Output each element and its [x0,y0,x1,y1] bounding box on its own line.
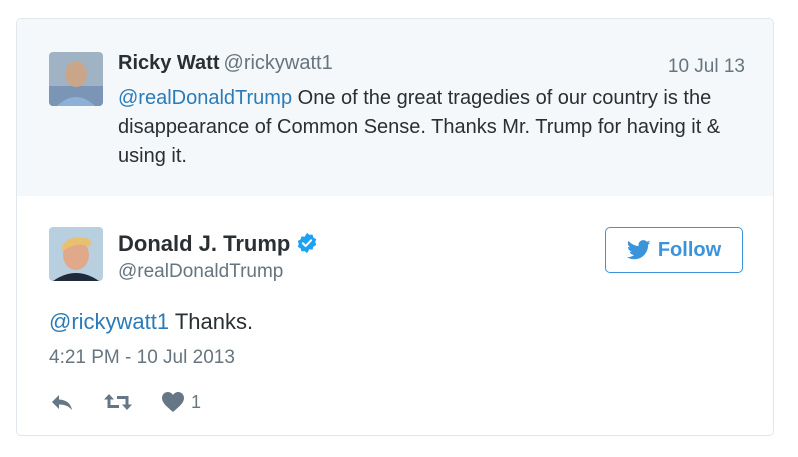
author-name-line[interactable]: Donald J. Trump [118,231,318,260]
tweet-body: Thanks. [169,309,254,334]
retweet-button[interactable] [103,391,133,413]
author-avatar[interactable] [49,227,103,281]
tweet-timestamp[interactable]: 4:21 PM - 10 Jul 2013 [49,347,235,369]
tweet-text: @rickywatt1 Thanks. [49,309,253,335]
like-button[interactable]: 1 [161,391,201,413]
mention-link[interactable]: @rickywatt1 [49,309,169,334]
embedded-tweet-card: Ricky Watt @rickywatt1 10 Jul 13 @realDon… [16,18,774,436]
parent-mention-link[interactable]: @realDonaldTrump [118,87,292,109]
author-name[interactable]: Donald J. Trump [118,231,290,256]
like-count: 1 [191,391,202,412]
retweet-icon [104,394,132,410]
parent-author-handle[interactable]: @rickywatt1 [224,52,333,74]
verified-badge-icon [296,232,318,260]
follow-button[interactable]: Follow [605,227,743,273]
parent-tweet[interactable]: Ricky Watt @rickywatt1 10 Jul 13 @realDon… [17,19,773,196]
follow-button-label: Follow [657,238,722,261]
reply-button[interactable] [49,391,75,413]
tweet-actions: 1 [49,389,229,415]
heart-icon [162,392,184,412]
parent-tweet-text: @realDonaldTrump One of the great traged… [118,84,738,171]
author-handle[interactable]: @realDonaldTrump [118,261,283,283]
parent-author-avatar[interactable] [49,52,103,106]
twitter-bird-icon [626,240,651,260]
parent-tweet-date[interactable]: 10 Jul 13 [668,56,745,78]
reply-icon [52,395,72,410]
parent-author-name[interactable]: Ricky Watt [118,52,220,74]
parent-author-line[interactable]: Ricky Watt @rickywatt1 [118,52,333,75]
